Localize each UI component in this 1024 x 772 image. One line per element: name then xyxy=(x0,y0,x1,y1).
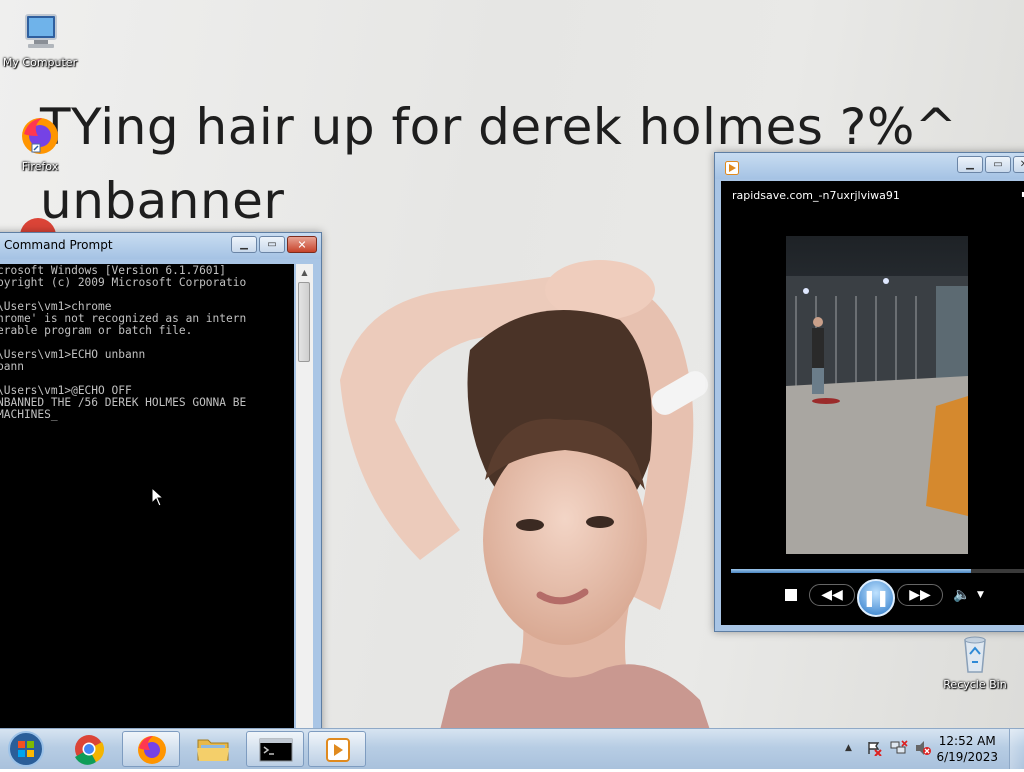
rewind-button[interactable]: ◀◀ xyxy=(809,584,855,606)
computer-icon xyxy=(18,10,62,54)
desktop-icon-my-computer[interactable]: My Computer xyxy=(0,10,80,69)
folder-icon xyxy=(197,739,229,761)
stop-button[interactable] xyxy=(785,589,797,601)
desktop-icon-recycle-bin[interactable]: Recycle Bin xyxy=(935,632,1015,691)
cmd-close-button[interactable]: ✕ xyxy=(287,236,317,253)
media-title: rapidsave.com_-n7uxrjlviwa91 xyxy=(732,189,900,202)
cmd-window[interactable]: Command Prompt ▁ ▭ ✕ crosoft Windows [Ve… xyxy=(0,232,322,728)
show-hidden-icons-button[interactable]: ▲ xyxy=(845,743,852,753)
video-scene xyxy=(786,276,968,554)
seek-bar[interactable] xyxy=(731,569,1024,573)
media-player-icon xyxy=(326,738,350,762)
taskbar-file-explorer[interactable] xyxy=(184,731,242,767)
seek-bar-fill xyxy=(731,569,971,573)
desktop-icon-label: My Computer xyxy=(2,56,78,69)
chrome-icon xyxy=(75,735,105,765)
media-minimize-button[interactable]: ▁ xyxy=(957,156,983,173)
cmd-scrollbar[interactable]: ▲ xyxy=(296,264,313,728)
media-content: rapidsave.com_-n7uxrjlviwa91 ▪▪ xyxy=(721,181,1024,625)
firefox-icon xyxy=(138,736,166,764)
taskbar-command-prompt[interactable] xyxy=(246,731,304,767)
media-maximize-button[interactable]: ▭ xyxy=(985,156,1011,173)
show-desktop-button[interactable] xyxy=(1009,729,1024,769)
pause-button[interactable]: ❚❚ xyxy=(857,579,895,617)
desktop: TYing hair up for derek holmes ?%^ unban… xyxy=(0,0,1024,728)
video-frame[interactable] xyxy=(786,236,968,554)
firefox-icon xyxy=(18,114,62,158)
close-icon: ✕ xyxy=(1020,159,1024,170)
close-icon: ✕ xyxy=(297,238,307,251)
media-player-window[interactable]: ▁ ▭ ✕ rapidsave.com_-n7uxrjlviwa91 ▪▪ xyxy=(714,152,1024,632)
desktop-icon-firefox[interactable]: Firefox xyxy=(0,114,80,173)
taskbar-media-player[interactable] xyxy=(308,731,366,767)
wallpaper-figure xyxy=(340,260,710,728)
cmd-window-title: Command Prompt xyxy=(4,238,113,252)
wallpaper-headline-line1: TYing hair up for derek holmes ?%^ xyxy=(40,98,958,156)
scroll-up-icon[interactable]: ▲ xyxy=(296,264,313,281)
maximize-icon: ▭ xyxy=(267,238,277,250)
system-clock[interactable]: 12:52 AM 6/19/2023 xyxy=(936,733,998,765)
recycle-bin-icon xyxy=(953,632,997,676)
cmd-minimize-button[interactable]: ▁ xyxy=(231,236,257,253)
network-icon[interactable] xyxy=(890,740,908,756)
fast-forward-button[interactable]: ▶▶ xyxy=(897,584,943,606)
media-close-button[interactable]: ✕ xyxy=(1013,156,1024,173)
command-prompt-icon xyxy=(259,738,293,762)
start-button[interactable] xyxy=(6,730,46,768)
taskbar: ▲ 12:52 AM 6/19/2023 xyxy=(0,728,1024,769)
mouse-cursor-icon xyxy=(151,487,165,507)
minimize-icon: ▁ xyxy=(240,238,248,250)
cmd-scroll-thumb[interactable] xyxy=(298,282,310,362)
volume-dropdown-icon[interactable]: ▼ xyxy=(977,590,984,600)
wallpaper-headline-line2: unbanner xyxy=(40,172,285,230)
chrome-icon xyxy=(20,218,56,232)
clock-time: 12:52 AM xyxy=(938,734,996,748)
action-center-icon[interactable] xyxy=(866,740,882,756)
minimize-icon: ▁ xyxy=(966,158,974,170)
cmd-console[interactable]: crosoft Windows [Version 6.1.7601] pyrig… xyxy=(0,264,294,728)
clock-date: 6/19/2023 xyxy=(936,750,998,764)
media-titlebar[interactable]: ▁ ▭ ✕ xyxy=(715,153,1024,179)
desktop-icon-label: Recycle Bin xyxy=(943,678,1007,691)
desktop-icon-label: Firefox xyxy=(21,160,59,173)
desktop-icon-chrome-partial[interactable] xyxy=(16,214,60,232)
taskbar-firefox[interactable] xyxy=(122,731,180,767)
volume-muted-icon[interactable] xyxy=(914,740,932,756)
windows-logo-icon xyxy=(8,731,44,767)
maximize-icon: ▭ xyxy=(993,158,1003,170)
cmd-maximize-button[interactable]: ▭ xyxy=(259,236,285,253)
media-player-icon xyxy=(725,161,739,175)
volume-icon[interactable]: 🔈 xyxy=(953,587,970,603)
cmd-output: crosoft Windows [Version 6.1.7601] pyrig… xyxy=(0,264,247,421)
cmd-titlebar[interactable]: Command Prompt ▁ ▭ ✕ xyxy=(0,233,321,259)
taskbar-chrome[interactable] xyxy=(60,731,118,767)
